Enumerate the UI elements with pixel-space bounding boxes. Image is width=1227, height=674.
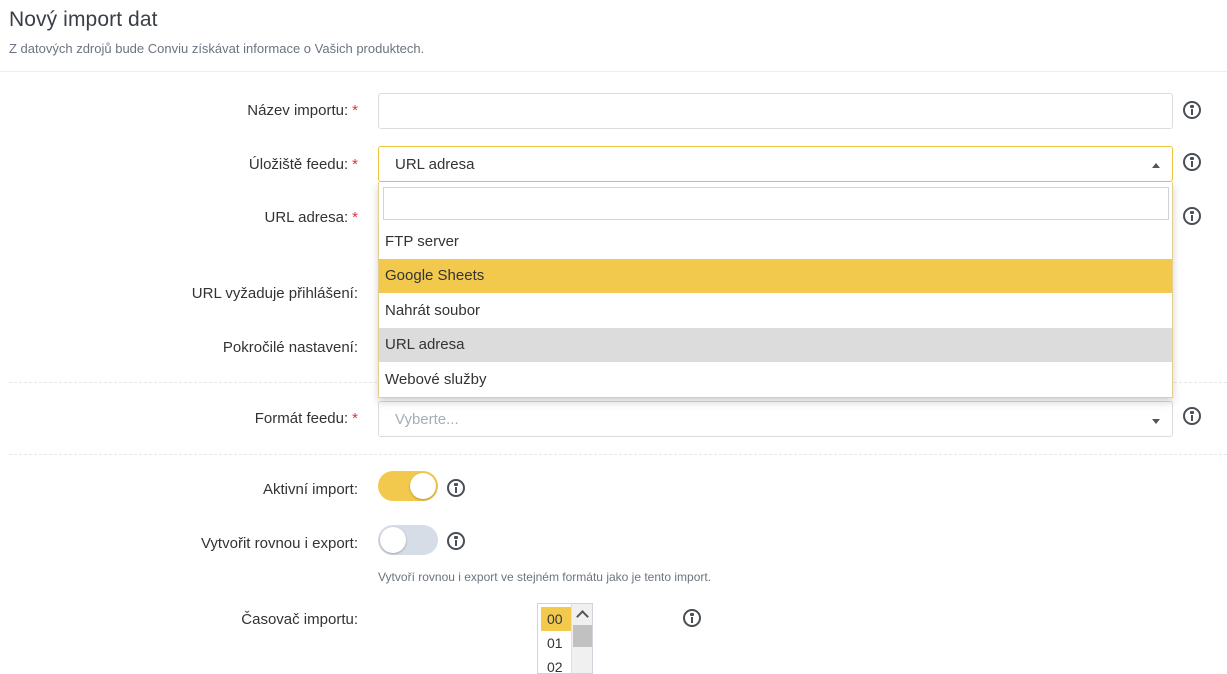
timer-option[interactable]: 00: [541, 607, 571, 631]
timer-option[interactable]: 01: [541, 631, 571, 655]
create-export-label: Vytvořit rovnou i export:: [200, 535, 358, 552]
required-mark: *: [352, 156, 358, 173]
required-mark: *: [352, 102, 358, 119]
info-icon[interactable]: [1183, 153, 1201, 171]
caret-up-icon: [1152, 163, 1160, 168]
url-label: URL adresa: *: [264, 209, 359, 226]
create-export-helper: Vytvoří rovnou i export ve stejném formá…: [378, 570, 712, 584]
info-icon[interactable]: [447, 479, 465, 497]
dropdown-option-url-address[interactable]: URL adresa: [379, 328, 1172, 362]
timer-option[interactable]: 02: [541, 655, 571, 673]
feed-format-label: Formát feedu: *: [254, 410, 358, 427]
scroll-up-icon[interactable]: [572, 604, 592, 624]
page-subtitle: Z datových zdrojů bude Conviu získávat i…: [9, 41, 425, 56]
toggle-knob: [410, 473, 436, 499]
toggle-knob: [380, 527, 406, 553]
timer-options: 00 01 02: [541, 607, 571, 673]
required-mark: *: [352, 209, 358, 226]
feed-storage-select[interactable]: URL adresa: [378, 146, 1173, 182]
url-login-label: URL vyžaduje přihlášení:: [191, 285, 358, 302]
scrollbar-thumb[interactable]: [573, 625, 592, 647]
info-icon[interactable]: [683, 609, 701, 627]
import-name-input[interactable]: [378, 93, 1173, 129]
active-import-toggle[interactable]: [378, 471, 438, 501]
feed-format-select[interactable]: Vyberte...: [378, 401, 1173, 437]
feed-storage-selected-value: URL adresa: [395, 156, 475, 173]
info-icon[interactable]: [447, 532, 465, 550]
info-icon[interactable]: [1183, 407, 1201, 425]
info-icon[interactable]: [1183, 101, 1201, 119]
active-import-label: Aktivní import:: [262, 481, 358, 498]
dropdown-option-upload-file[interactable]: Nahrát soubor: [379, 294, 1172, 328]
create-export-toggle[interactable]: [378, 525, 438, 555]
caret-down-icon: [1152, 419, 1160, 424]
dropdown-option-web-services[interactable]: Webové služby: [379, 363, 1172, 397]
feed-storage-label: Úložiště feedu: *: [248, 156, 358, 173]
dropdown-option-google-sheets[interactable]: Google Sheets: [379, 259, 1172, 293]
feed-storage-dropdown: FTP server Google Sheets Nahrát soubor U…: [378, 182, 1173, 398]
import-name-label: Název importu: *: [247, 102, 358, 119]
page-title: Nový import dat: [9, 8, 158, 31]
dropdown-search-input[interactable]: [383, 187, 1169, 220]
header-divider: [0, 71, 1227, 72]
timer-scrollbar[interactable]: [571, 604, 592, 673]
timer-listbox[interactable]: 00 01 02: [537, 603, 593, 674]
dropdown-option-ftp-server[interactable]: FTP server: [379, 225, 1172, 259]
advanced-settings-label: Pokročilé nastavení:: [222, 339, 358, 356]
feed-format-placeholder: Vyberte...: [395, 411, 459, 428]
timer-label: Časovač importu:: [241, 611, 358, 628]
info-icon[interactable]: [1183, 207, 1201, 225]
required-mark: *: [352, 410, 358, 427]
section-divider: [9, 454, 1227, 455]
